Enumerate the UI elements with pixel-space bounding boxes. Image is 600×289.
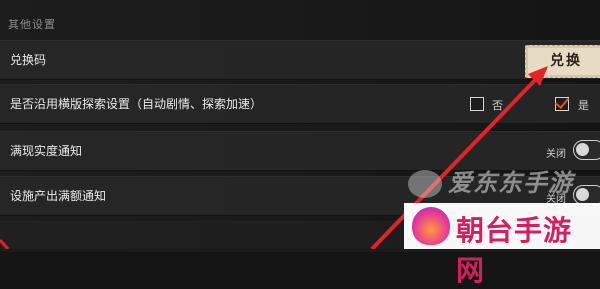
redeem-button[interactable]: 兑换 bbox=[525, 45, 600, 78]
redeem-row: 兑换码 兑换 bbox=[0, 40, 600, 80]
option-no-label: 否 bbox=[492, 99, 503, 112]
option-yes-label: 是 bbox=[578, 99, 589, 112]
realtime-notify-toggle[interactable] bbox=[573, 140, 600, 160]
option-yes-checkbox[interactable] bbox=[554, 93, 570, 111]
section-title: 其他设置 bbox=[8, 18, 56, 31]
watermark-logo-icon bbox=[408, 170, 442, 198]
watermark-top: 爱东东手游 bbox=[408, 163, 598, 198]
facility-notify-label: 设施产出满额通知 bbox=[10, 189, 107, 203]
checkmark-icon bbox=[554, 93, 570, 110]
redeem-label: 兑换码 bbox=[10, 53, 47, 67]
toggle-knob bbox=[576, 143, 589, 156]
option-no-checkbox[interactable] bbox=[470, 97, 484, 111]
watermark-bottom: 朝台手游网 bbox=[404, 203, 600, 287]
follow-mode-label: 是否沿用横版探索设置（自动剧情、探索加速） bbox=[10, 97, 263, 111]
realtime-notify-label: 满现实度通知 bbox=[10, 144, 83, 158]
follow-mode-row: 是否沿用横版探索设置（自动剧情、探索加速） 否 是 bbox=[0, 84, 600, 124]
hand-logo-icon bbox=[412, 207, 450, 245]
realtime-notify-state: 关闭 bbox=[546, 149, 566, 160]
